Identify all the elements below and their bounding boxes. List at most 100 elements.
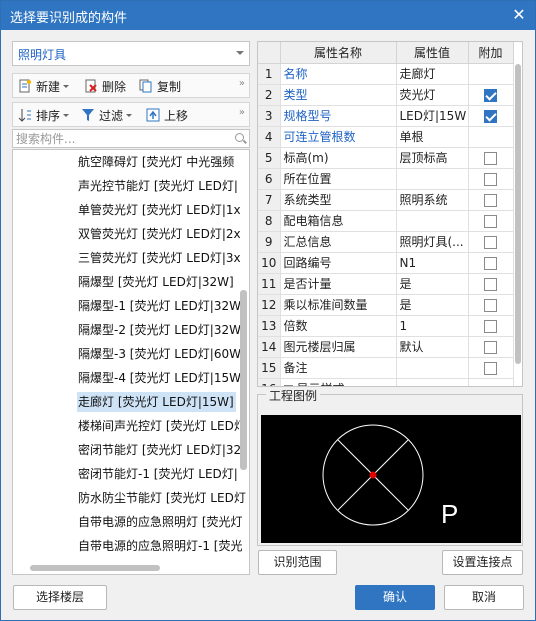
property-row[interactable]: 5 标高(m) 层顶标高 bbox=[258, 147, 514, 169]
property-name-text: 可连立管根数 bbox=[283, 130, 356, 144]
grid-vertical-scrollbar[interactable] bbox=[515, 64, 521, 364]
property-value[interactable]: 是 bbox=[396, 273, 469, 295]
property-row[interactable]: 9 汇总信息 照明灯具(... bbox=[258, 231, 514, 253]
extra-checkbox[interactable] bbox=[484, 172, 497, 186]
new-button-label: 新建 bbox=[36, 79, 61, 94]
extra-checkbox[interactable] bbox=[484, 235, 497, 249]
list-item[interactable]: 自带电源的应急照明灯-1 [荧光 bbox=[77, 536, 244, 556]
property-value[interactable]: 荧光灯 bbox=[396, 84, 469, 106]
property-value[interactable] bbox=[396, 210, 469, 232]
property-row[interactable]: 7 系统类型 照明系统 bbox=[258, 189, 514, 211]
extra-checkbox[interactable] bbox=[484, 151, 497, 165]
property-row[interactable]: 8 配电箱信息 bbox=[258, 210, 514, 232]
extra-checkbox[interactable] bbox=[484, 361, 497, 375]
property-value[interactable]: LED灯|15W bbox=[396, 105, 469, 127]
close-icon[interactable]: ✕ bbox=[509, 5, 529, 25]
list-item[interactable]: 隔爆型-4 [荧光灯 LED灯|15W bbox=[77, 368, 243, 388]
new-button[interactable]: 新建 bbox=[18, 77, 70, 95]
list-item[interactable]: 双管荧光灯 [荧光灯 LED灯|2x bbox=[77, 224, 243, 244]
property-row[interactable]: 12 乘以标准间数量 是 bbox=[258, 294, 514, 316]
property-value[interactable] bbox=[396, 357, 469, 379]
list-item[interactable]: 密闭节能灯 [荧光灯 LED灯|32 bbox=[77, 440, 243, 460]
property-row[interactable]: 14 图元楼层归属 默认 bbox=[258, 336, 514, 358]
property-value[interactable]: 1 bbox=[396, 315, 469, 337]
property-value[interactable] bbox=[396, 168, 469, 190]
property-value[interactable]: 单根 bbox=[396, 126, 469, 148]
row-number: 6 bbox=[258, 168, 281, 190]
property-row[interactable]: 11 是否计量 是 bbox=[258, 273, 514, 295]
extra-checkbox[interactable] bbox=[484, 256, 497, 270]
property-extra-cell bbox=[468, 315, 514, 337]
property-row[interactable]: 13 倍数 1 bbox=[258, 315, 514, 337]
extra-checkbox[interactable] bbox=[484, 319, 497, 333]
recognize-range-button[interactable]: 识别范围 bbox=[258, 550, 337, 575]
list-item[interactable]: 航空障碍灯 [荧光灯 中光强频 bbox=[77, 152, 236, 172]
search-input[interactable] bbox=[13, 130, 223, 147]
search-icon[interactable] bbox=[235, 133, 244, 142]
property-name: 备注 bbox=[280, 357, 397, 379]
property-value[interactable]: 走廊灯 bbox=[396, 63, 469, 85]
category-select[interactable]: 照明灯具 bbox=[12, 41, 250, 66]
component-list[interactable]: 航空障碍灯 [荧光灯 中光强频 声光控节能灯 [荧光灯 LED灯| 单管荧光灯 [荧… bbox=[12, 149, 250, 575]
list-item[interactable]: 隔爆型-3 [荧光灯 LED灯|60W bbox=[77, 344, 243, 364]
list-item[interactable]: 楼梯间声光控灯 [荧光灯 LED灯 bbox=[77, 416, 248, 436]
list-item[interactable]: 三管荧光灯 [荧光灯 LED灯|3x bbox=[77, 248, 243, 268]
move-up-button[interactable]: 上移 bbox=[146, 106, 188, 124]
confirm-button[interactable]: 确认 bbox=[355, 585, 435, 610]
copy-button[interactable]: 复制 bbox=[139, 77, 181, 95]
list-item[interactable]: 走廊灯 [荧光灯 LED灯|15W] bbox=[77, 392, 236, 412]
toolbar-overflow-icon[interactable]: » bbox=[239, 107, 245, 118]
cancel-button[interactable]: 取消 bbox=[444, 585, 524, 610]
property-value[interactable]: N1 bbox=[396, 252, 469, 274]
toolbar-overflow-icon[interactable]: » bbox=[239, 78, 245, 89]
property-name-text: 规格型号 bbox=[283, 109, 332, 123]
row-number: 15 bbox=[258, 357, 281, 379]
property-row[interactable]: 1 名称 走廊灯 bbox=[258, 63, 514, 85]
list-item[interactable]: 隔爆型 [荧光灯 LED灯|32W] bbox=[77, 272, 236, 292]
property-row[interactable]: 16显示样式 bbox=[258, 378, 514, 386]
property-row[interactable]: 6 所在位置 bbox=[258, 168, 514, 190]
filter-button[interactable]: 过滤 bbox=[81, 106, 133, 124]
move-up-button-label: 上移 bbox=[164, 108, 189, 123]
header-property-value: 属性值 bbox=[396, 42, 469, 64]
list-horizontal-scrollbar[interactable] bbox=[30, 565, 160, 571]
property-row[interactable]: 15 备注 bbox=[258, 357, 514, 379]
extra-checkbox[interactable] bbox=[484, 109, 497, 123]
list-item[interactable]: 密闭节能灯-1 [荧光灯 LED灯| bbox=[77, 464, 240, 484]
property-row[interactable]: 4 可连立管根数 单根 bbox=[258, 126, 514, 148]
delete-button[interactable]: 删除 bbox=[84, 77, 126, 95]
row-number: 1 bbox=[258, 63, 281, 85]
property-value[interactable]: 默认 bbox=[396, 336, 469, 358]
row-number: 8 bbox=[258, 210, 281, 232]
set-connection-point-button[interactable]: 设置连接点 bbox=[442, 550, 523, 575]
delete-button-label: 删除 bbox=[102, 79, 127, 94]
property-extra-cell bbox=[468, 210, 514, 232]
extra-checkbox[interactable] bbox=[484, 277, 497, 291]
property-value[interactable]: 是 bbox=[396, 294, 469, 316]
extra-checkbox[interactable] bbox=[484, 340, 497, 354]
property-value[interactable]: 照明灯具(... bbox=[396, 231, 469, 253]
list-item[interactable]: 隔爆型-2 [荧光灯 LED灯|32W bbox=[77, 320, 243, 340]
list-item[interactable]: 隔爆型-1 [荧光灯 LED灯|32W bbox=[77, 296, 243, 316]
property-value[interactable]: 层顶标高 bbox=[396, 147, 469, 169]
extra-checkbox[interactable] bbox=[484, 88, 497, 102]
property-row[interactable]: 2 类型 荧光灯 bbox=[258, 84, 514, 106]
extra-checkbox[interactable] bbox=[484, 298, 497, 312]
property-row[interactable]: 3 规格型号 LED灯|15W bbox=[258, 105, 514, 127]
list-item[interactable]: 单管荧光灯 [荧光灯 LED灯|1x bbox=[77, 200, 243, 220]
row-number: 10 bbox=[258, 252, 281, 274]
property-name: 标高(m) bbox=[280, 147, 397, 169]
list-item[interactable]: 防水防尘节能灯 [荧光灯 LED灯 bbox=[77, 488, 248, 508]
list-vertical-scrollbar[interactable] bbox=[240, 290, 247, 470]
extra-checkbox[interactable] bbox=[484, 193, 497, 207]
sort-button[interactable]: 排序 bbox=[18, 106, 70, 124]
extra-checkbox[interactable] bbox=[484, 214, 497, 228]
chevron-down-icon bbox=[63, 113, 70, 117]
property-row[interactable]: 10 回路编号 N1 bbox=[258, 252, 514, 274]
select-floor-button[interactable]: 选择楼层 bbox=[13, 585, 107, 610]
property-value[interactable]: 照明系统 bbox=[396, 189, 469, 211]
property-name: 汇总信息 bbox=[280, 231, 397, 253]
list-item[interactable]: 声光控节能灯 [荧光灯 LED灯| bbox=[77, 176, 240, 196]
list-item[interactable]: 自带电源的应急照明灯 [荧光灯 bbox=[77, 512, 245, 532]
property-value[interactable] bbox=[396, 378, 469, 386]
